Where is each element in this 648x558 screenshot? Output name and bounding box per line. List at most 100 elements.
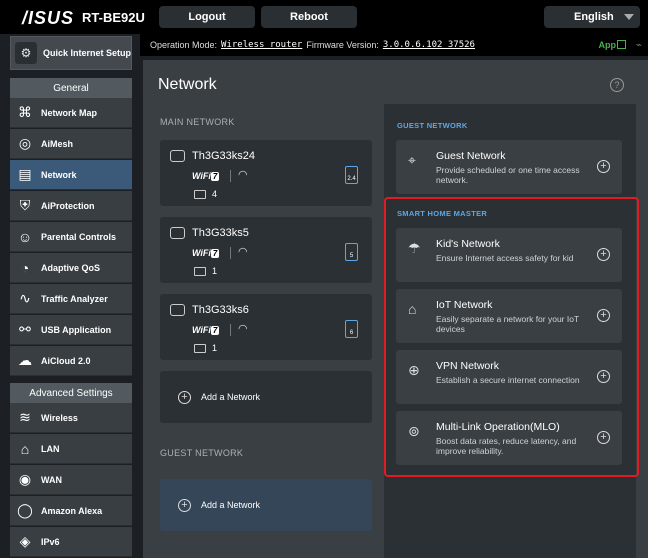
plus-circle-icon: +: [178, 498, 191, 512]
wifi7-logo: WiFi 7: [192, 248, 220, 258]
sidebar-item-aicloud[interactable]: ☁ AiCloud 2.0: [10, 346, 132, 376]
sidebar-item-label: LAN: [41, 443, 60, 454]
asus-logo: /ISUS: [22, 8, 75, 28]
network-icon: [170, 150, 185, 162]
sidebar-item-aiprotection[interactable]: ⛨ AiProtection: [10, 191, 132, 221]
wifi-gen: 7: [210, 249, 220, 258]
add-network-label: Add a Network: [201, 392, 261, 402]
sidebar-item-adaptive-qos[interactable]: ◔ Adaptive QoS: [10, 253, 132, 283]
sidebar-item-network[interactable]: ▤ Network: [10, 160, 132, 190]
language-value: English: [574, 11, 614, 23]
sidebar-item-parental-controls[interactable]: ☺ Parental Controls: [10, 222, 132, 252]
sidebar-item-wireless[interactable]: ≋ Wireless: [10, 403, 132, 433]
operation-mode-link[interactable]: Wireless router: [221, 40, 302, 50]
sidebar-item-label: AiProtection: [41, 200, 95, 211]
cloud-icon: ☁: [18, 352, 32, 368]
wifi-text: WiFi: [192, 325, 211, 335]
wifi-signal-icon: ◠: [238, 323, 248, 335]
network-card-th3g33ks6[interactable]: Th3G33ks6 WiFi 7 ◠ 6 1: [160, 294, 372, 360]
wifi7-logo: WiFi 7: [192, 171, 220, 181]
sidebar-item-aimesh[interactable]: ◎ AiMesh: [10, 129, 132, 159]
wifi-gen: 7: [210, 326, 220, 335]
sidebar-item-label: Adaptive QoS: [41, 262, 101, 273]
device-count: 1: [212, 343, 218, 353]
usb-icon: ⌁: [635, 40, 642, 51]
wifi-signal-icon: ◠: [238, 169, 248, 181]
firmware-link[interactable]: 3.0.0.6.102_37526: [383, 40, 475, 50]
plus-circle-icon[interactable]: +: [597, 160, 610, 173]
usb-icon: ⚯: [19, 321, 31, 337]
add-guest-network-button[interactable]: + Add a Network: [160, 479, 372, 531]
band-badge: 2.4: [345, 166, 358, 184]
firmware-label: Firmware Version:: [306, 40, 379, 50]
sidebar-item-label: Parental Controls: [41, 231, 117, 242]
sidebar-item-label: Network: [41, 169, 77, 180]
sidebar-item-lan[interactable]: ⌂ LAN: [10, 434, 132, 464]
sidebar-item-label: Amazon Alexa: [41, 505, 103, 516]
page-title: Network: [158, 76, 217, 93]
wan-icon: ◉: [18, 471, 32, 487]
sidebar-item-label: WAN: [41, 474, 62, 485]
sidebar-item-usb-application[interactable]: ⚯ USB Application: [10, 315, 132, 345]
guest-network-card[interactable]: ⌖ Guest Network Provide scheduled or one…: [396, 140, 622, 194]
devices-icon: [194, 344, 206, 353]
operation-mode-label: Operation Mode:: [150, 40, 218, 50]
qos-icon: ◔: [20, 259, 30, 276]
status-bar: Operation Mode: Wireless router Firmware…: [140, 34, 648, 56]
setup-icon: ⚙: [15, 42, 37, 64]
card-description: Provide scheduled or one time access net…: [436, 165, 580, 185]
ipv6-icon: ◈: [19, 533, 31, 549]
sidebar-item-traffic-analyzer[interactable]: ∿ Traffic Analyzer: [10, 284, 132, 314]
wifi-text: WiFi: [192, 248, 211, 258]
network-card-th3g33ks24[interactable]: Th3G33ks24 WiFi 7 ◠ 2.4 4: [160, 140, 372, 206]
plus-circle-icon: +: [178, 390, 191, 404]
add-main-network-button[interactable]: + Add a Network: [160, 371, 372, 423]
logout-button[interactable]: Logout: [159, 6, 255, 28]
reboot-button[interactable]: Reboot: [261, 6, 357, 28]
divider: [230, 170, 231, 182]
sidebar-item-label: Traffic Analyzer: [41, 293, 108, 304]
sidebar-item-wan[interactable]: ◉ WAN: [10, 465, 132, 495]
add-network-label: Add a Network: [201, 500, 261, 510]
sidebar-item-label: USB Application: [41, 324, 112, 335]
router-model: RT-BE92U: [82, 10, 145, 25]
app-link[interactable]: App: [599, 40, 617, 50]
sidebar-item-label: AiMesh: [41, 138, 74, 149]
wifi-gen: 7: [210, 172, 220, 181]
highlight-box: [384, 197, 639, 477]
sidebar-item-label: Network Map: [41, 107, 98, 118]
quick-internet-setup-button[interactable]: ⚙ Quick Internet Setup: [10, 36, 132, 70]
network-card-th3g33ks5[interactable]: Th3G33ks5 WiFi 7 ◠ 5 1: [160, 217, 372, 283]
device-count: 1: [212, 266, 218, 276]
network-icon: [170, 227, 185, 239]
aimesh-icon: ◎: [18, 135, 32, 151]
wireless-icon: ≋: [19, 409, 31, 425]
network-name: Th3G33ks5: [192, 227, 249, 239]
parental-icon: ☺: [17, 228, 33, 245]
sidebar-item-amazon-alexa[interactable]: ◯ Amazon Alexa: [10, 496, 132, 526]
general-header: General: [10, 78, 132, 98]
sidebar-item-label: AiCloud 2.0: [41, 355, 91, 366]
sidebar-item-network-map[interactable]: ⌘ Network Map: [10, 98, 132, 128]
app-icon[interactable]: [617, 40, 626, 49]
traffic-icon: ∿: [19, 290, 31, 306]
network-name: Th3G33ks24: [192, 150, 255, 162]
sidebar-item-label: Wireless: [41, 412, 78, 423]
network-icon: [170, 304, 185, 316]
devices-icon: [194, 190, 206, 199]
main-network-header: MAIN NETWORK: [160, 117, 235, 127]
sidebar-item-ipv6[interactable]: ◈ IPv6: [10, 527, 132, 557]
wifi-text: WiFi: [192, 171, 211, 181]
language-select[interactable]: English: [544, 6, 640, 28]
wifi-signal-icon: ◠: [238, 246, 248, 258]
lan-icon: ⌂: [20, 440, 30, 457]
divider: [230, 324, 231, 336]
chevron-down-icon: [624, 14, 634, 20]
card-title: Guest Network: [436, 150, 506, 162]
devices-icon: [194, 267, 206, 276]
aiprotection-icon: ⛨: [19, 197, 31, 213]
guest-network-icon: ⌖: [408, 152, 416, 168]
sidebar-item-label: IPv6: [41, 536, 60, 547]
help-icon[interactable]: ?: [610, 78, 624, 92]
network-map-icon: ⌘: [18, 104, 32, 120]
